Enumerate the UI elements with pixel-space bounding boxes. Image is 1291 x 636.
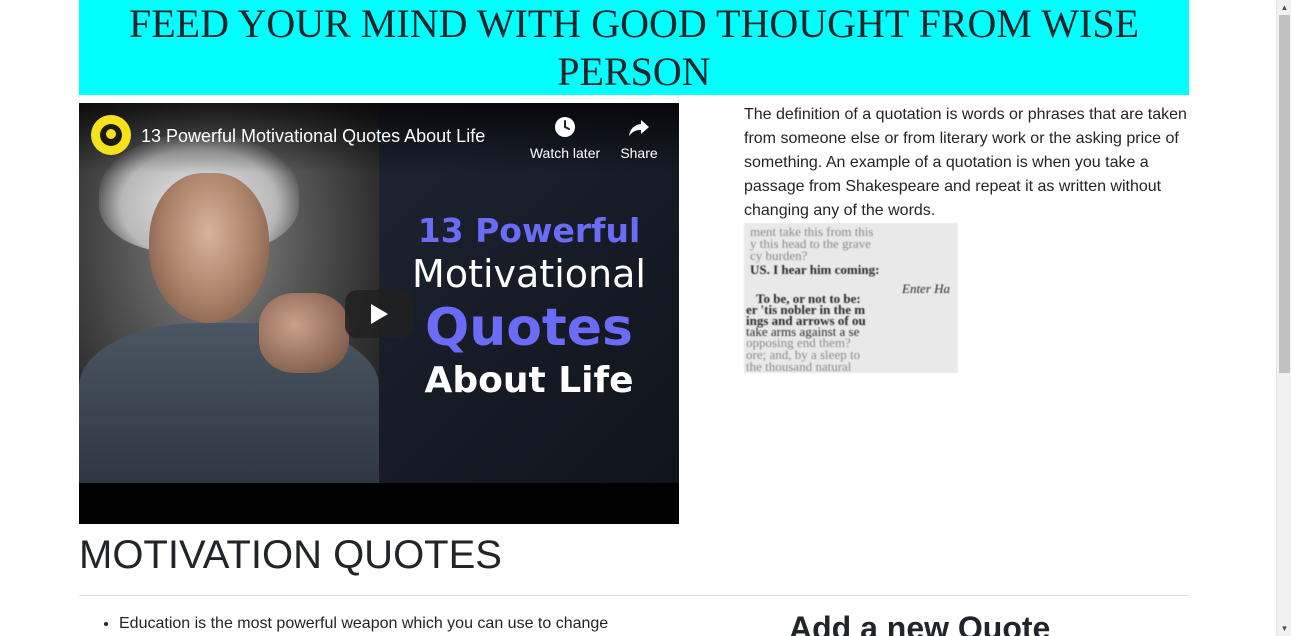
clock-icon — [555, 117, 575, 137]
quote-image-line: Enter Ha — [902, 281, 951, 296]
quote-image-line: the thousand natural — [746, 359, 852, 373]
play-icon — [371, 304, 388, 324]
share-label: Share — [620, 145, 658, 161]
intro-paragraph: The definition of a quotation is words o… — [744, 106, 1187, 219]
thumbnail-line-4: About Life — [424, 360, 634, 401]
page-banner: FEED YOUR MIND WITH GOOD THOUGHT FROM WI… — [79, 0, 1189, 95]
video-thumbnail[interactable]: 13 Powerful Motivational Quotes About Li… — [79, 103, 679, 483]
thumbnail-line-1: 13 Powerful — [417, 211, 641, 250]
quote-image-line: US. I hear him coming: — [750, 262, 880, 277]
watch-later-label: Watch later — [529, 145, 601, 161]
divider — [79, 595, 1189, 596]
share-icon — [629, 120, 649, 136]
list-item: Education is the most powerful weapon wh… — [119, 612, 679, 636]
scroll-thumb[interactable] — [1279, 15, 1290, 373]
play-button[interactable] — [345, 290, 413, 338]
channel-avatar[interactable] — [91, 115, 131, 155]
quote-image-line: cy burden? — [750, 248, 808, 263]
share-button[interactable]: Share — [615, 115, 663, 161]
scroll-up-arrow-icon[interactable]: ▲ — [1277, 0, 1291, 15]
video-top-bar: 13 Powerful Motivational Quotes About Li… — [79, 103, 679, 173]
watch-later-button[interactable]: Watch later — [529, 115, 601, 161]
section-title: MOTIVATION QUOTES — [79, 533, 502, 577]
scroll-down-arrow-icon[interactable]: ▼ — [1277, 621, 1291, 636]
thumbnail-text: 13 Powerful Motivational Quotes About Li… — [379, 211, 679, 403]
scrollbar[interactable]: ▲ ▼ — [1276, 0, 1291, 636]
video-embed[interactable]: 13 Powerful Motivational Quotes About Li… — [79, 103, 679, 524]
quotes-list: Education is the most powerful weapon wh… — [119, 612, 679, 636]
page: FEED YOUR MIND WITH GOOD THOUGHT FROM WI… — [0, 0, 1291, 636]
thumbnail-line-2: Motivational — [412, 252, 646, 296]
quotation-image: ment take this from this y this head to … — [744, 223, 958, 373]
thumbnail-line-3: Quotes — [424, 298, 634, 358]
video-title[interactable]: 13 Powerful Motivational Quotes About Li… — [141, 125, 485, 147]
add-quote-title: Add a new Quote — [789, 610, 1051, 636]
page-title: FEED YOUR MIND WITH GOOD THOUGHT FROM WI… — [129, 1, 1139, 94]
